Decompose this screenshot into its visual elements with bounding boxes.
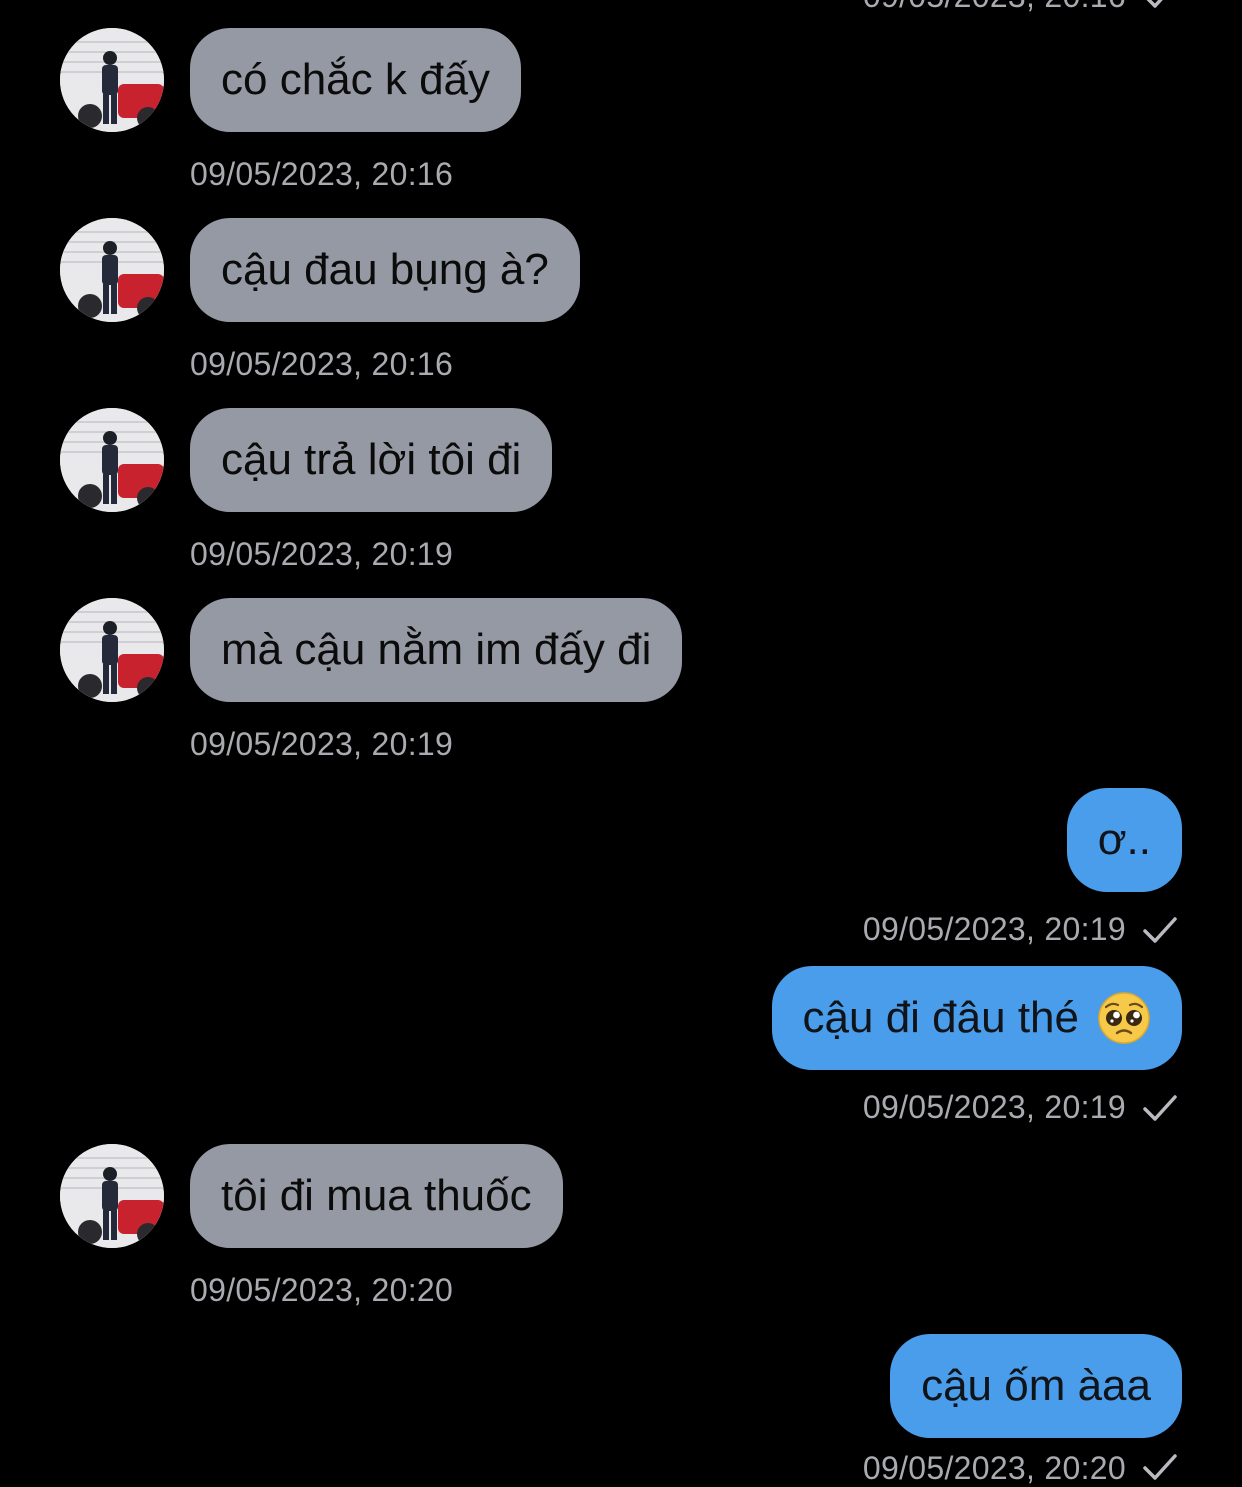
contact-avatar[interactable] — [60, 408, 164, 512]
message-text: cậu đau bụng à? — [221, 245, 549, 294]
message-text: ơ.. — [1097, 815, 1151, 864]
message-text: có chắc k đấy — [221, 55, 491, 104]
message-timestamp: 09/05/2023, 20:16 — [190, 346, 454, 382]
message-timestamp: 09/05/2023, 20:16 — [863, 0, 1126, 15]
pleading-face-emoji — [1097, 991, 1151, 1045]
message-bubble-incoming[interactable]: có chắc k đấy — [190, 28, 522, 132]
message-bubble-outgoing[interactable]: ơ.. — [1066, 788, 1182, 892]
message-text: cậu đi đâu thé — [802, 993, 1079, 1042]
message-timestamp: 09/05/2023, 20:19 — [862, 1089, 1126, 1125]
message-timestamp: 09/05/2023, 20:20 — [862, 1450, 1126, 1486]
message-timestamp: 09/05/2023, 20:19 — [862, 911, 1126, 947]
contact-avatar[interactable] — [60, 598, 164, 702]
check-icon — [1142, 0, 1178, 10]
check-icon — [1142, 1093, 1178, 1123]
message-text: tôi đi mua thuốc — [221, 1171, 532, 1220]
message-bubble-outgoing[interactable]: cậu ốm àaa — [890, 1334, 1182, 1438]
message-timestamp: 09/05/2023, 20:19 — [190, 536, 454, 572]
message-timestamp: 09/05/2023, 20:16 — [190, 156, 454, 192]
contact-avatar[interactable] — [60, 1144, 164, 1248]
message-bubble-incoming[interactable]: cậu đau bụng à? — [190, 218, 580, 322]
message-text: cậu ốm àaa — [921, 1361, 1151, 1410]
message-timestamp: 09/05/2023, 20:20 — [190, 1272, 454, 1308]
check-icon — [1142, 1452, 1178, 1482]
message-text: mà cậu nằm im đấy đi — [221, 625, 652, 674]
contact-avatar[interactable] — [60, 28, 164, 132]
message-bubble-incoming[interactable]: mà cậu nằm im đấy đi — [190, 598, 683, 702]
message-bubble-incoming[interactable]: tôi đi mua thuốc — [190, 1144, 563, 1248]
message-bubble-outgoing[interactable]: cậu đi đâu thé — [771, 966, 1182, 1070]
message-bubble-incoming[interactable]: cậu trả lời tôi đi — [190, 408, 553, 512]
message-timestamp: 09/05/2023, 20:19 — [190, 726, 454, 762]
contact-avatar[interactable] — [60, 218, 164, 322]
message-text: cậu trả lời tôi đi — [221, 435, 522, 484]
check-icon — [1142, 915, 1178, 945]
